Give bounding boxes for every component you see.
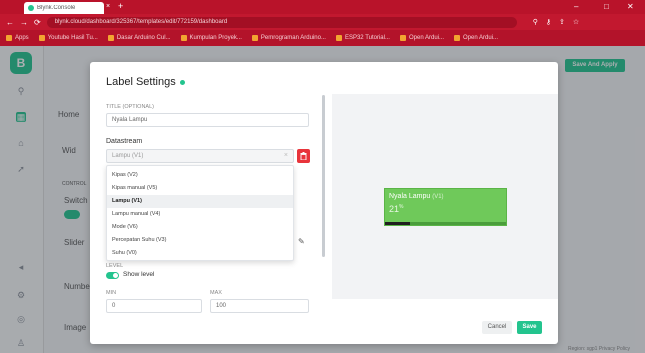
bookmark-item[interactable]: Dasar Arduino Cul... [107, 35, 171, 41]
blynk-favicon-icon [28, 5, 34, 11]
status-dot-icon [179, 79, 185, 85]
share-icon[interactable]: ⇪ [559, 18, 565, 26]
clear-icon[interactable]: × [284, 150, 288, 162]
dropdown-option[interactable]: Suhu (V0) [107, 247, 293, 260]
settings-scrollbar[interactable] [322, 95, 325, 257]
bookmark-item[interactable]: Open Ardui... [454, 35, 498, 41]
bookmark-icon [251, 35, 258, 41]
browser-title-bar: Blynk.Console × + – □ ✕ [0, 0, 645, 14]
label-widget-preview: Nyala Lampu (V1) 21% [384, 188, 507, 226]
cancel-button[interactable]: Cancel [482, 321, 512, 334]
pencil-icon[interactable]: ✎ [298, 237, 305, 246]
bookmark-icon [335, 35, 342, 41]
dropdown-option[interactable]: Percepatan Suhu (V3) [107, 234, 293, 247]
bookmark-item[interactable]: Apps [6, 35, 29, 41]
address-bar: ← → ⟳ blynk.cloud/dashboard/325367/templ… [0, 14, 645, 30]
minimize-button[interactable]: – [574, 2, 578, 11]
key-icon[interactable]: ⚷ [546, 18, 551, 26]
bookmark-icon [454, 35, 461, 41]
bookmark-icon [180, 35, 187, 41]
min-input[interactable]: 0 [106, 299, 202, 313]
maximize-button[interactable]: □ [604, 2, 609, 11]
level-bar-fill [385, 222, 411, 225]
dropdown-option[interactable]: Mode (V6) [107, 221, 293, 234]
bookmark-item[interactable]: ESP32 Tutorial... [335, 35, 390, 41]
widget-unit: % [399, 204, 404, 210]
bookmark-icon [6, 35, 12, 41]
modal-title: Label Settings [106, 76, 185, 88]
bookmark-icon [38, 35, 45, 41]
forward-icon[interactable]: → [20, 18, 28, 27]
widget-pin: (V1) [432, 194, 444, 200]
bookmark-icon [107, 35, 114, 41]
widget-title: Nyala Lampu (V1) [389, 193, 444, 200]
title-field-label: TITLE (OPTIONAL) [106, 104, 154, 110]
window-close-button[interactable]: ✕ [627, 2, 634, 11]
search-icon[interactable]: ⚲ [533, 18, 538, 26]
bookmark-item[interactable]: Pemrograman Arduino... [251, 35, 326, 41]
max-label: MAX [210, 290, 222, 296]
bookmark-item[interactable]: Open Ardui... [399, 35, 444, 41]
max-input[interactable]: 100 [210, 299, 309, 313]
browser-tab[interactable]: Blynk.Console [24, 2, 104, 14]
dropdown-option[interactable]: Kipas (V2) [107, 169, 293, 182]
level-section-label: LEVEL [106, 263, 124, 269]
dropdown-option-selected[interactable]: Lampu (V1) [107, 195, 293, 208]
url-input[interactable]: blynk.cloud/dashboard/325367/templates/e… [46, 16, 517, 28]
label-settings-modal: Label Settings TITLE (OPTIONAL) Nyala La… [90, 62, 558, 344]
trash-icon [300, 152, 307, 160]
new-tab-button[interactable]: + [118, 1, 123, 11]
datastream-dropdown: Kipas (V2) Kipas manual (V5) Lampu (V1) … [106, 165, 294, 261]
show-level-label: Show level [123, 271, 155, 278]
bookmark-item[interactable]: Youtube Hasil Tu... [38, 35, 98, 41]
tab-title: Blynk.Console [37, 5, 76, 11]
datastream-label: Datastream [106, 138, 143, 145]
back-icon[interactable]: ← [6, 18, 14, 27]
bookmarks-bar: Apps Youtube Hasil Tu... Dasar Arduino C… [0, 30, 645, 46]
show-level-toggle[interactable] [106, 272, 119, 279]
datastream-select[interactable]: Lampu (V1) × [106, 149, 294, 163]
min-label: MIN [106, 290, 117, 296]
dropdown-option[interactable]: Lampu manual (V4) [107, 208, 293, 221]
star-icon[interactable]: ☆ [573, 18, 579, 26]
bookmark-icon [399, 35, 406, 41]
reload-icon[interactable]: ⟳ [34, 18, 41, 27]
save-button[interactable]: Save [517, 321, 542, 334]
title-input[interactable]: Nyala Lampu [106, 113, 309, 127]
level-bar-track [385, 222, 506, 225]
tab-close-icon[interactable]: × [106, 3, 110, 10]
delete-datastream-button[interactable] [297, 149, 310, 163]
bookmark-item[interactable]: Kumpulan Proyek... [180, 35, 242, 41]
dropdown-option[interactable]: Kipas manual (V5) [107, 182, 293, 195]
widget-value: 21% [389, 204, 404, 214]
widget-preview-area: Nyala Lampu (V1) 21% [332, 94, 558, 299]
